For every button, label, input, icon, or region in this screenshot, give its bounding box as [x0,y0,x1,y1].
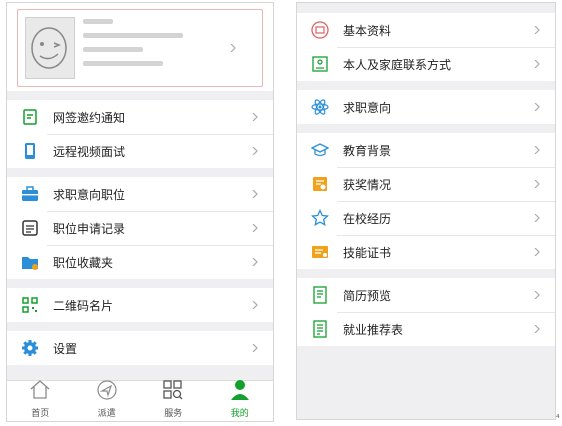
chevron-right-icon [252,344,258,352]
chevron-right-icon [252,258,258,266]
briefcase-icon [21,185,39,203]
tab-home[interactable]: 首页 [7,379,74,421]
chevron-right-icon [534,26,540,34]
chevron-right-icon [534,248,540,256]
menu-item[interactable]: 简历预览 [297,278,555,312]
menu-group: 求职意向 [297,90,555,124]
menu-group: 基本资料本人及家庭联系方式 [297,13,555,81]
menu-item-label: 职位收藏夹 [53,255,114,270]
menu-item-label: 教育背景 [343,143,392,158]
chevron-right-icon [252,190,258,198]
chevron-right-icon [534,103,540,111]
chevron-right-icon [252,224,258,232]
menu-item-label: 获奖情况 [343,177,392,192]
menu-item[interactable]: 设置 [7,331,273,365]
menu-item[interactable]: 技能证书 [297,235,555,269]
profile-badge-icon [311,21,329,39]
user-icon [229,379,251,405]
menu-item[interactable]: 获奖情况 [297,167,555,201]
menu-item[interactable]: 在校经历 [297,201,555,235]
menu-item-label: 远程视频面试 [53,144,126,159]
chevron-right-icon [252,147,258,155]
my-account-screen: 网签邀约通知 远程视频面试 求职意向职位 职位申请记录 职位收藏夹 二维码名片 设置 首页派… [6,2,274,422]
menu-item-label: 在校经历 [343,211,392,226]
tab-label: 我的 [230,409,249,419]
menu-item[interactable]: 职位收藏夹 [7,245,273,279]
menu-item[interactable]: 二维码名片 [7,288,273,322]
avatar-face-icon [31,27,67,69]
profile-card[interactable] [7,3,273,91]
menu-item-label: 设置 [53,341,78,356]
grid-search-icon [162,379,184,405]
chevron-right-icon [534,180,540,188]
menu-item[interactable]: 就业推荐表 [297,312,555,346]
graduation-cap-icon [311,141,329,159]
menu-group: 二维码名片 [7,288,273,322]
menu-item-label: 技能证书 [343,245,392,260]
menu-item-label: 求职意向职位 [53,187,126,202]
menu-item[interactable]: 基本资料 [297,13,555,47]
menu-group: 简历预览 就业推荐表 [297,278,555,346]
resume-screen: 基本资料本人及家庭联系方式 求职意向教育背景获奖情况在校经历技能证书简历预览就业推… [296,2,556,420]
chevron-right-icon [534,60,540,68]
menu-item[interactable]: 求职意向 [297,90,555,124]
tab-label: 服务 [164,409,183,419]
chevron-right-icon [534,325,540,333]
chevron-right-icon [252,301,258,309]
resume-preview-icon [311,286,329,304]
qr-code-icon [21,296,39,314]
avatar [25,17,75,79]
tab-label: 首页 [31,409,50,419]
menu-group: 求职意向职位 职位申请记录 职位收藏夹 [7,177,273,279]
menu-item-label: 基本资料 [343,23,392,38]
star-icon [311,209,329,227]
chevron-right-icon [534,146,540,154]
bottom-tab-bar: 首页 派遣 服务 我的 [7,380,273,421]
gear-icon [21,339,39,357]
menu-group: 设置 [7,331,273,365]
menu-item[interactable]: 求职意向职位 [7,177,273,211]
certificate-icon [311,243,329,261]
tab-send[interactable]: 派遣 [74,379,141,421]
tab-label: 派遣 [97,409,116,419]
award-icon [311,175,329,193]
corner-mark: ⁴ [556,414,560,424]
chevron-right-icon [534,291,540,299]
menu-item-label: 二维码名片 [53,298,114,313]
recommendation-form-icon [311,320,329,338]
tab-user[interactable]: 我的 [207,379,274,421]
chevron-right-icon [252,113,258,121]
atom-icon [311,98,329,116]
menu-item-label: 本人及家庭联系方式 [343,57,452,72]
document-list-icon [21,219,39,237]
menu-item-label: 求职意向 [343,100,392,115]
send-icon [96,379,118,405]
menu-item[interactable]: 职位申请记录 [7,211,273,245]
menu-group: 网签邀约通知 远程视频面试 [7,100,273,168]
menu-item[interactable]: 本人及家庭联系方式 [297,47,555,81]
menu-item-label: 网签邀约通知 [53,110,126,125]
menu-item-label: 就业推荐表 [343,322,404,337]
tablet-icon [21,142,39,160]
menu-item-label: 简历预览 [343,288,392,303]
contact-card-icon [311,55,329,73]
chevron-right-icon [230,44,236,52]
menu-item[interactable]: 教育背景 [297,133,555,167]
menu-item-label: 职位申请记录 [53,221,126,236]
tab-grid-search[interactable]: 服务 [140,379,207,421]
chevron-right-icon [534,214,540,222]
menu-item[interactable]: 远程视频面试 [7,134,273,168]
menu-item[interactable]: 网签邀约通知 [7,100,273,134]
folder-star-icon [21,253,39,271]
home-icon [29,379,51,405]
menu-group: 教育背景获奖情况在校经历技能证书 [297,133,555,269]
edit-note-icon [21,108,39,126]
